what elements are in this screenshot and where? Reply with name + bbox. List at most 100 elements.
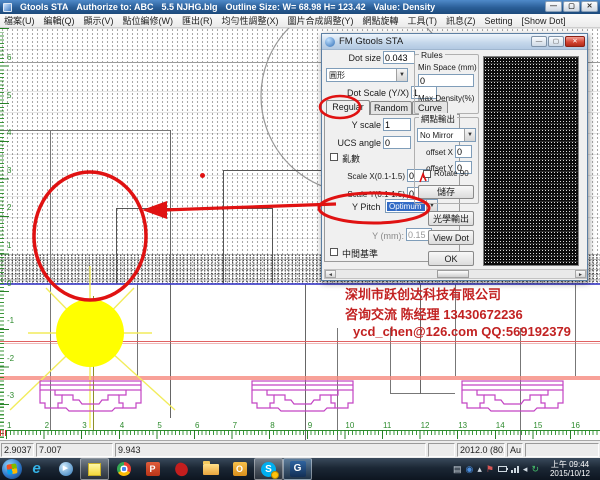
watermark-line1: 深圳市跃创达科技有限公司 xyxy=(345,284,501,303)
menu-item[interactable]: 檔案(U) xyxy=(4,14,35,27)
status-cell: 2.9037 xyxy=(1,443,34,457)
taskbar-item-outlook[interactable]: O xyxy=(225,458,254,480)
fm-dialog: FM Gtools STA — ▢ ✕ Dot size 圓形 ▼ Dot Sc… xyxy=(321,33,588,281)
dialog-maximize-button[interactable]: ▢ xyxy=(548,36,564,47)
dialog-minimize-button[interactable]: — xyxy=(531,36,547,47)
dot-size-input[interactable] xyxy=(383,51,415,64)
screen: Gtools STA Authorize to: ABC 5.5 NJHG.bl… xyxy=(0,0,600,480)
center-datum-checkbox[interactable] xyxy=(330,248,338,256)
outlook-icon: O xyxy=(233,462,247,476)
offset-x-label: offset X xyxy=(417,148,453,157)
start-button[interactable] xyxy=(2,459,22,479)
chevron-down-icon[interactable]: ▼ xyxy=(464,129,475,141)
clock-date: 2015/10/12 xyxy=(543,469,597,478)
cad-hline xyxy=(0,130,170,131)
volume-icon[interactable]: ◂ xyxy=(523,464,528,475)
tray-case-icon[interactable]: ▤ xyxy=(453,464,462,475)
red-circle-y-pitch xyxy=(316,190,432,226)
taskbar-clock[interactable]: 上午 09:44 2015/10/12 xyxy=(543,460,597,478)
menu-item[interactable]: 編輯(Q) xyxy=(44,14,75,27)
dialog-icon xyxy=(325,37,335,47)
menu-item[interactable]: 網點旋轉 xyxy=(363,14,399,27)
shape-select[interactable]: 圓形 ▼ xyxy=(326,68,408,82)
horizontal-scrollbar[interactable]: ◄ ► xyxy=(324,269,587,279)
windows-flag-icon xyxy=(6,463,17,474)
notification-badge xyxy=(271,471,279,479)
menu-item[interactable]: 圖片合成調整(Y) xyxy=(288,14,354,27)
status-cell: Au xyxy=(507,443,523,457)
y-scale-label: Y scale xyxy=(324,120,381,130)
mirror-select[interactable]: No Mirror ▼ xyxy=(417,128,476,142)
menu-item[interactable]: 匯出(R) xyxy=(182,14,213,27)
taskbar-item-skype[interactable]: S xyxy=(254,458,283,480)
cad-vline xyxy=(575,284,576,376)
scroll-left-arrow-icon[interactable]: ◄ xyxy=(325,270,336,278)
red-app-icon xyxy=(173,461,189,477)
part-outline xyxy=(33,380,148,418)
taskbar-item-chrome[interactable] xyxy=(109,458,138,480)
app-icon xyxy=(3,3,12,12)
network-signal-icon[interactable] xyxy=(511,466,519,473)
taskbar-item-media-player[interactable]: ▶ xyxy=(51,458,80,480)
menu-item[interactable]: Setting xyxy=(485,16,513,26)
view-dot-button[interactable]: View Dot xyxy=(428,230,474,245)
maximize-button[interactable]: ▢ xyxy=(563,1,580,12)
ruler-label: 4 xyxy=(7,128,11,137)
red-mark xyxy=(418,172,428,184)
menu-item[interactable]: 均勻性調整(X) xyxy=(222,14,279,27)
tab-random[interactable]: Random xyxy=(370,101,412,115)
statusbar: 2.9037 7.007 9.943 2012.0 (80.0) Au xyxy=(0,440,600,458)
battery-icon[interactable] xyxy=(498,466,507,472)
offset-x-input[interactable] xyxy=(455,145,472,158)
update-icon[interactable]: ↻ xyxy=(531,464,539,475)
taskbar-item-gtools[interactable]: G xyxy=(283,458,312,480)
scroll-right-arrow-icon[interactable]: ► xyxy=(575,270,586,278)
close-button[interactable]: ✕ xyxy=(581,1,598,12)
dialog-title: FM Gtools STA xyxy=(339,36,403,47)
tray-show-hidden-icons-arrow[interactable]: ▴ xyxy=(477,464,482,475)
minimize-button[interactable]: — xyxy=(545,1,562,12)
taskbar-item-red-app[interactable] xyxy=(167,458,196,480)
cad-hline xyxy=(390,393,455,394)
random-checkbox[interactable] xyxy=(330,153,338,161)
rotate-90-label: Rotate 90 xyxy=(434,169,469,178)
menu-item[interactable]: [Show Dot] xyxy=(522,16,566,26)
folder-icon xyxy=(203,464,219,475)
powerpoint-icon: P xyxy=(146,462,160,476)
ok-button[interactable]: OK xyxy=(428,251,474,266)
y-scale-input[interactable] xyxy=(383,118,411,131)
ruler-label: 2 xyxy=(45,421,49,430)
ruler-label: 6 xyxy=(7,53,11,62)
menu-item[interactable]: 訊息(Z) xyxy=(446,14,476,27)
authorize-text: Authorize to: ABC xyxy=(76,2,153,12)
menu-item[interactable]: 點位編修(W) xyxy=(123,14,174,27)
file-name: 5.5 NJHG.blg xyxy=(162,2,218,12)
clock-time: 上午 09:44 xyxy=(543,460,597,469)
ruler-label: -3 xyxy=(7,391,14,400)
tray-shield-icon[interactable]: ◉ xyxy=(465,464,473,475)
taskbar-item-ie[interactable]: e xyxy=(22,458,51,480)
min-space-input[interactable] xyxy=(418,74,474,87)
media-player-icon: ▶ xyxy=(59,462,73,476)
taskbar-item-powerpoint[interactable]: P xyxy=(138,458,167,480)
menu-item[interactable]: 顯示(V) xyxy=(84,14,114,27)
max-density-label: Max Density(%) xyxy=(418,94,474,103)
ruler-label: 12 xyxy=(421,421,430,430)
ruler-label: 8 xyxy=(270,421,274,430)
sticky-note-icon xyxy=(88,463,101,476)
chevron-down-icon[interactable]: ▼ xyxy=(396,69,407,81)
taskbar-item-explorer[interactable] xyxy=(196,458,225,480)
red-annotation-arrow xyxy=(140,196,340,224)
menubar: 檔案(U) 編輯(Q) 顯示(V) 點位編修(W) 匯出(R) 均勻性調整(X) 圖片合成調… xyxy=(0,14,600,28)
random-checkbox-label: 亂數 xyxy=(342,152,360,165)
shape-select-value: 圓形 xyxy=(327,70,396,81)
dialog-close-button[interactable]: ✕ xyxy=(565,36,585,47)
red-ruler-ticks xyxy=(0,430,7,436)
optical-output-button[interactable]: 光學輸出 xyxy=(428,211,474,226)
status-cell: 9.943 xyxy=(115,443,426,457)
tray-flag-icon[interactable]: ⚑ xyxy=(486,464,494,475)
taskbar-item-sticky-notes[interactable] xyxy=(80,458,109,480)
ucs-angle-input[interactable] xyxy=(383,136,411,149)
scrollbar-thumb[interactable] xyxy=(437,270,469,278)
menu-item[interactable]: 工具(T) xyxy=(408,14,438,27)
